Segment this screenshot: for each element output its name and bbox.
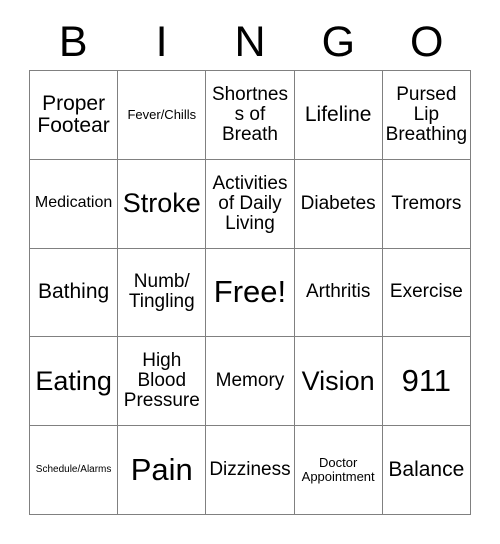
bingo-row: Medication Stroke Activities of Daily Li…	[30, 159, 471, 249]
bingo-cell-label: Fever/Chills	[127, 107, 197, 123]
bingo-grid: Proper Footear Fever/Chills Shortness of…	[29, 70, 471, 515]
bingo-cell-label: Medication	[34, 194, 113, 212]
bingo-cell[interactable]: Pain	[118, 426, 207, 515]
bingo-cell-label: Shortness of Breath	[211, 83, 288, 145]
bingo-cell[interactable]: Lifeline	[294, 71, 383, 160]
bingo-cell-label: Eating	[35, 365, 112, 396]
bingo-cell[interactable]: Medication	[30, 159, 119, 249]
bingo-cell[interactable]: Dizziness	[206, 426, 295, 515]
bingo-cell-label: Tremors	[391, 192, 462, 214]
bingo-cell-label: Free!	[213, 274, 287, 310]
bingo-cell-label: Vision	[301, 365, 375, 396]
bingo-card: B I N G O Proper Footear Fever/Chills Sh…	[29, 14, 471, 515]
bingo-cell-label: Balance	[388, 457, 465, 481]
bingo-cell-label: Lifeline	[304, 102, 372, 126]
bingo-header-letter-n: N	[234, 18, 266, 66]
bingo-cell[interactable]: Numb/ Tingling	[118, 248, 207, 338]
bingo-cell-label: Memory	[215, 370, 285, 392]
bingo-cell-free-space[interactable]: Free!	[206, 248, 295, 338]
bingo-cell[interactable]: Diabetes	[294, 159, 383, 249]
bingo-cell-label: Diabetes	[300, 192, 376, 214]
bingo-cell-label: High Blood Pressure	[123, 350, 200, 412]
bingo-cell[interactable]: Stroke	[118, 159, 207, 249]
bingo-row: Schedule/Alarms Pain Dizziness Doctor Ap…	[30, 426, 471, 515]
bingo-cell[interactable]: Schedule/Alarms	[30, 426, 119, 515]
bingo-row: Bathing Numb/ Tingling Free! Arthritis E…	[30, 248, 471, 338]
bingo-cell[interactable]: Balance	[382, 426, 471, 515]
bingo-header-letter-g: G	[321, 18, 356, 66]
bingo-cell-label: Exercise	[389, 281, 463, 303]
bingo-cell[interactable]: Doctor Appointment	[294, 426, 383, 515]
bingo-cell[interactable]: Tremors	[382, 159, 471, 249]
bingo-cell[interactable]: 911	[382, 337, 471, 427]
bingo-cell[interactable]: Pursed Lip Breathing	[382, 71, 471, 160]
bingo-cell[interactable]: High Blood Pressure	[118, 337, 207, 427]
bingo-cell-label: Activities of Daily Living	[212, 172, 288, 234]
bingo-cell-label: Bathing	[37, 280, 110, 304]
bingo-cell[interactable]: Proper Footear	[30, 71, 119, 160]
bingo-cell-label: Stroke	[122, 188, 201, 219]
bingo-cell-label: Doctor Appointment	[301, 455, 375, 485]
bingo-header-letter-o: O	[410, 18, 444, 66]
bingo-row: Eating High Blood Pressure Memory Vision…	[30, 337, 471, 427]
bingo-cell[interactable]: Shortness of Breath	[206, 71, 295, 160]
bingo-cell[interactable]: Bathing	[30, 248, 119, 338]
bingo-cell[interactable]: Vision	[294, 337, 383, 427]
bingo-cell-label: Pursed Lip Breathing	[385, 83, 468, 145]
bingo-cell-label: Schedule/Alarms	[35, 463, 112, 475]
bingo-cell[interactable]: Exercise	[382, 248, 471, 338]
bingo-cell-label: Pain	[130, 451, 193, 487]
bingo-row: Proper Footear Fever/Chills Shortness of…	[30, 71, 471, 160]
bingo-cell-label: Proper Footear	[37, 91, 110, 137]
bingo-header-letter-i: I	[155, 18, 168, 66]
bingo-cell[interactable]: Arthritis	[294, 248, 383, 338]
bingo-cell[interactable]: Fever/Chills	[118, 71, 207, 160]
bingo-cell-label: 911	[401, 362, 452, 398]
bingo-cell[interactable]: Memory	[206, 337, 295, 427]
bingo-cell[interactable]: Activities of Daily Living	[206, 159, 295, 249]
bingo-cell-label: Arthritis	[305, 281, 371, 303]
bingo-cell-label: Numb/ Tingling	[128, 271, 195, 313]
bingo-header-row: B I N G O	[29, 14, 471, 70]
bingo-header-letter-b: B	[58, 18, 88, 66]
bingo-cell-label: Dizziness	[209, 459, 291, 481]
bingo-cell[interactable]: Eating	[30, 337, 119, 427]
